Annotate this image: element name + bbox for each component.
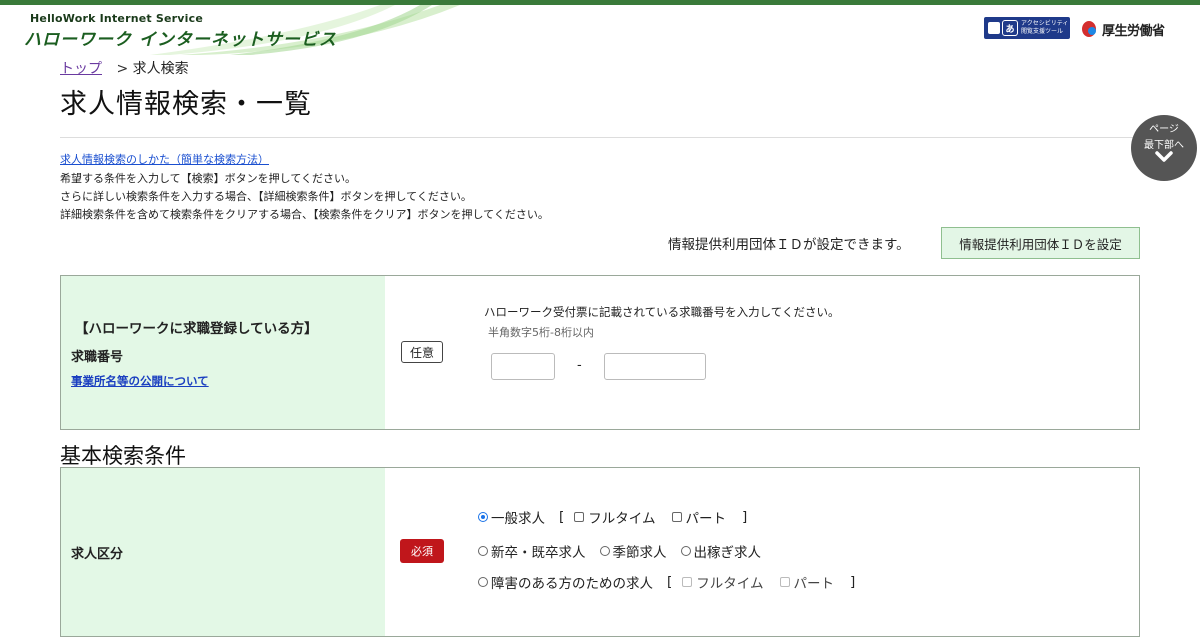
disabled-label[interactable]: 障害のある方のための求人 xyxy=(491,572,653,592)
number-separator: - xyxy=(577,358,582,373)
new-grad-label[interactable]: 新卒・既卒求人 xyxy=(491,541,586,561)
option-line-disabled: 障害のある方のための求人 [ フルタイム パート ] xyxy=(478,572,865,592)
job-seeker-number-part2-input[interactable] xyxy=(604,353,706,380)
registration-instruction: ハローワーク受付票に記載されている求職番号を入力してください。 xyxy=(484,305,840,319)
basic-search-section-title: 基本検索条件 xyxy=(60,444,186,468)
registration-panel: 【ハローワークに求職登録している方】 求職番号 事業所名等の公開について 任意 … xyxy=(60,275,1140,430)
title-divider xyxy=(60,137,1140,138)
scroll-to-bottom-button[interactable]: ページ 最下部へ xyxy=(1131,115,1197,181)
checkbox-general-part[interactable] xyxy=(671,512,682,522)
job-seeker-number-part1-input[interactable] xyxy=(491,353,555,380)
registration-hint: 半角数字5桁-8桁以内 xyxy=(488,326,594,339)
id-note: 情報提供利用団体ＩＤが設定できます。 xyxy=(668,237,910,253)
required-badge: 必須 xyxy=(400,539,444,563)
a11y-label-1: アクセシビリティ xyxy=(1021,20,1069,27)
radio-disabled[interactable] xyxy=(478,577,488,587)
checkbox-disabled-fulltime[interactable] xyxy=(682,577,693,587)
registration-title: 【ハローワークに求職登録している方】 xyxy=(75,321,318,337)
job-seeker-number-label: 求職番号 xyxy=(71,350,124,365)
breadcrumb-current: 求人検索 xyxy=(132,61,189,77)
intro-line-2: さらに詳しい検索条件を入力する場合、【詳細検索条件】ボタンを押してください。 xyxy=(60,190,472,203)
option-line-general: 一般求人 [ フルタイム パート ] xyxy=(478,507,757,527)
option-line-other: 新卒・既卒求人 季節求人 出稼ぎ求人 xyxy=(478,541,761,561)
fab-label-1: ページ xyxy=(1149,124,1179,135)
job-category-label-column: 求人区分 xyxy=(61,468,385,636)
breadcrumb-home-link[interactable]: トップ xyxy=(60,61,102,77)
speaker-icon xyxy=(988,22,1000,34)
mhlw-name: 厚生労働省 xyxy=(1102,23,1165,39)
radio-seasonal[interactable] xyxy=(599,546,610,556)
general-fulltime-label[interactable]: フルタイム xyxy=(588,507,655,527)
page-title: 求人情報検索・一覧 xyxy=(60,89,312,120)
disabled-fulltime-label[interactable]: フルタイム xyxy=(696,572,763,592)
radio-general[interactable] xyxy=(478,512,488,522)
font-size-icon: あ xyxy=(1002,20,1018,36)
chevron-down-icon xyxy=(1131,149,1197,168)
migrant-label[interactable]: 出稼ぎ求人 xyxy=(694,541,762,561)
general-part-label[interactable]: パート xyxy=(686,507,727,527)
job-category-label: 求人区分 xyxy=(71,547,124,562)
optional-badge: 任意 xyxy=(401,341,443,363)
site-header: HelloWork Internet Service ハローワーク インターネッ… xyxy=(0,5,1200,55)
mhlw-emblem-icon xyxy=(1080,18,1098,40)
general-label[interactable]: 一般求人 xyxy=(491,507,545,527)
seasonal-label[interactable]: 季節求人 xyxy=(613,541,667,561)
logo-english[interactable]: HelloWork Internet Service xyxy=(30,12,203,25)
mhlw-logo[interactable]: 厚生労働省 xyxy=(1080,14,1165,44)
breadcrumb: トップ > 求人検索 xyxy=(60,58,189,78)
registration-label-column: 【ハローワークに求職登録している方】 求職番号 事業所名等の公開について xyxy=(61,276,385,429)
company-disclosure-link[interactable]: 事業所名等の公開について xyxy=(71,373,209,389)
radio-migrant[interactable] xyxy=(680,546,691,556)
radio-new-grad[interactable] xyxy=(478,546,488,556)
set-org-id-button[interactable]: 情報提供利用団体ＩＤを設定 xyxy=(941,227,1140,259)
disabled-part-label[interactable]: パート xyxy=(794,572,835,592)
job-category-panel: 求人区分 必須 一般求人 [ フルタイム パート ] 新卒・既卒求人 季節求人 … xyxy=(60,467,1140,637)
logo-japanese[interactable]: ハローワーク インターネットサービス xyxy=(24,25,337,50)
accessibility-tool-button[interactable]: あ アクセシビリティ 閲覧支援ツール xyxy=(984,17,1070,39)
checkbox-general-fulltime[interactable] xyxy=(574,512,585,522)
checkbox-disabled-part[interactable] xyxy=(779,577,790,587)
breadcrumb-separator: > xyxy=(116,61,129,77)
intro-line-1: 希望する条件を入力して【検索】ボタンを押してください。 xyxy=(60,172,357,185)
howto-search-link[interactable]: 求人情報検索のしかた（簡単な検索方法） xyxy=(60,151,269,167)
a11y-label-2: 閲覧支援ツール xyxy=(1021,28,1064,35)
intro-line-3: 詳細検索条件を含めて検索条件をクリアする場合、【検索条件をクリア】ボタンを押して… xyxy=(60,208,549,221)
